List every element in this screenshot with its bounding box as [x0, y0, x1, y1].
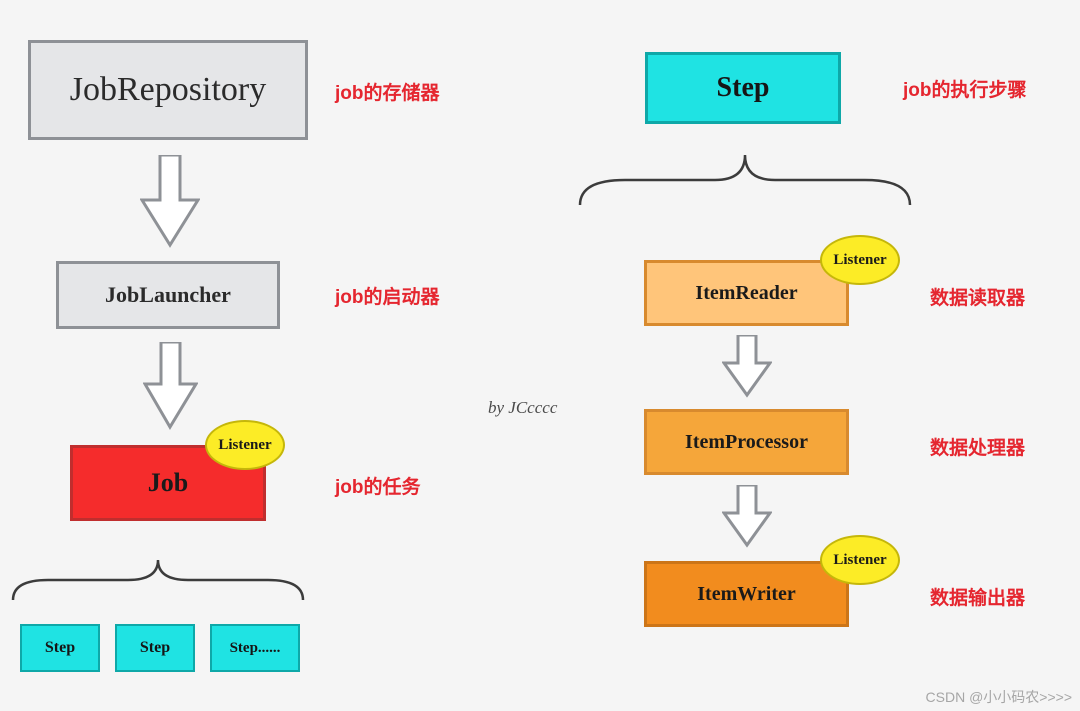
arrow-down-icon: [722, 335, 772, 400]
caption-item-reader: 数据读取器: [930, 283, 1025, 310]
caption-job-launcher: job的启动器: [335, 282, 440, 309]
arrow-down-icon: [140, 155, 200, 250]
caption-job: job的任务: [335, 472, 421, 499]
arrow-down-icon: [143, 342, 198, 432]
listener-badge-job: Listener: [205, 420, 285, 470]
job-launcher-box: JobLauncher: [56, 261, 280, 329]
step-small-2: Step: [115, 624, 195, 672]
caption-job-repository: job的存储器: [335, 78, 440, 105]
brace-icon: [8, 555, 308, 610]
brace-icon: [575, 150, 915, 220]
step-main-box: Step: [645, 52, 841, 124]
item-writer-box: ItemWriter: [644, 561, 849, 627]
item-reader-box: ItemReader: [644, 260, 849, 326]
author-text: by JCcccc: [488, 398, 557, 418]
job-repository-box: JobRepository: [28, 40, 308, 140]
step-small-3: Step......: [210, 624, 300, 672]
caption-item-processor: 数据处理器: [930, 433, 1025, 460]
caption-item-writer: 数据输出器: [930, 583, 1025, 610]
item-processor-box: ItemProcessor: [644, 409, 849, 475]
arrow-down-icon: [722, 485, 772, 550]
caption-step-main: job的执行步骤: [903, 75, 1027, 102]
watermark-text: CSDN @小小码农>>>>: [926, 687, 1072, 707]
listener-badge-reader: Listener: [820, 235, 900, 285]
listener-badge-writer: Listener: [820, 535, 900, 585]
step-small-1: Step: [20, 624, 100, 672]
